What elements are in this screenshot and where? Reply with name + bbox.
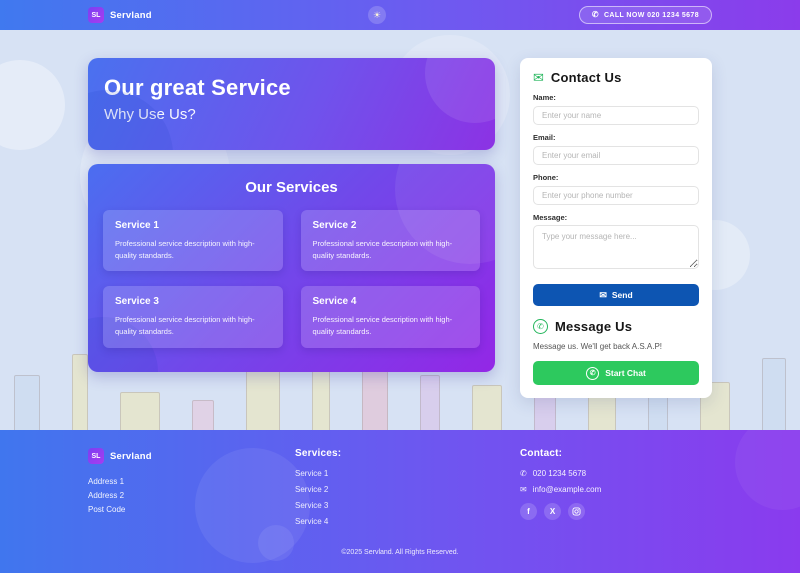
- sun-icon: ☀: [373, 11, 381, 20]
- copyright-text: ©2025 Servland. All Rights Reserved.: [0, 549, 800, 556]
- send-label: Send: [612, 290, 633, 300]
- start-chat-button[interactable]: ✆ Start Chat: [533, 361, 699, 385]
- whatsapp-icon: ✆: [586, 367, 599, 380]
- service-title: Service 1: [115, 220, 271, 231]
- footer-link-service-1[interactable]: Service 1: [295, 469, 520, 478]
- footer-brand: SL Servland: [88, 448, 295, 464]
- contact-us-heading: ✉ Contact Us: [533, 70, 699, 85]
- hero-title: Our great Service: [104, 75, 479, 101]
- footer-brand-name: Servland: [110, 451, 152, 462]
- call-now-button[interactable]: ✆ CALL NOW 020 1234 5678: [579, 6, 712, 24]
- navbar: SL Servland ☀ ✆ CALL NOW 020 1234 5678: [0, 0, 800, 30]
- footer-phone-link[interactable]: ✆ 020 1234 5678: [520, 469, 712, 478]
- service-description: Professional service description with hi…: [313, 238, 469, 261]
- footer-contact-heading: Contact:: [520, 448, 712, 459]
- right-column: ✉ Contact Us Name: Email: Phone: Message…: [520, 58, 712, 398]
- hero-banner: Our great Service Why Use Us?: [88, 58, 495, 150]
- email-input[interactable]: [533, 146, 699, 165]
- building-shape: [14, 375, 40, 430]
- name-label: Name:: [533, 93, 699, 102]
- service-card: Service 1 Professional service descripti…: [103, 210, 283, 271]
- footer-link-service-3[interactable]: Service 3: [295, 501, 520, 510]
- footer-contact-column: Contact: ✆ 020 1234 5678 ✉ info@example.…: [520, 448, 712, 533]
- service-title: Service 2: [313, 220, 469, 231]
- footer-email-address: info@example.com: [533, 485, 602, 494]
- email-label: Email:: [533, 133, 699, 142]
- social-links: f X: [520, 503, 712, 520]
- phone-input[interactable]: [533, 186, 699, 205]
- services-heading: Our Services: [103, 179, 480, 196]
- facebook-icon[interactable]: f: [520, 503, 537, 520]
- footer-link-service-4[interactable]: Service 4: [295, 517, 520, 526]
- send-button[interactable]: ✉ Send: [533, 284, 699, 306]
- page: SL Servland ☀ ✆ CALL NOW 020 1234 5678: [0, 0, 800, 573]
- service-card: Service 4 Professional service descripti…: [301, 286, 481, 347]
- phone-icon: ✆: [520, 470, 527, 478]
- contact-card: ✉ Contact Us Name: Email: Phone: Message…: [520, 58, 712, 398]
- services-section: Our Services Service 1 Professional serv…: [88, 164, 495, 372]
- phone-label: Phone:: [533, 173, 699, 182]
- service-description: Professional service description with hi…: [115, 314, 271, 337]
- name-input[interactable]: [533, 106, 699, 125]
- theme-toggle-button[interactable]: ☀: [368, 6, 386, 24]
- building-shape: [192, 400, 214, 430]
- footer-services-heading: Services:: [295, 448, 520, 459]
- service-title: Service 3: [115, 296, 271, 307]
- footer-email-link[interactable]: ✉ info@example.com: [520, 485, 712, 494]
- building-shape: [72, 354, 88, 430]
- navbar-brand[interactable]: SL Servland: [88, 7, 152, 23]
- x-icon[interactable]: X: [544, 503, 561, 520]
- phone-icon: ✆: [592, 11, 599, 19]
- footer-brand-column: SL Servland Address 1 Address 2 Post Cod…: [88, 448, 295, 533]
- footer-services-column: Services: Service 1 Service 2 Service 3 …: [295, 448, 520, 533]
- message-label: Message:: [533, 213, 699, 222]
- brand-logo-icon: SL: [88, 7, 104, 23]
- address-line: Post Code: [88, 503, 295, 517]
- hero-subtitle: Why Use Us?: [104, 106, 479, 123]
- footer: SL Servland Address 1 Address 2 Post Cod…: [0, 430, 800, 573]
- service-card: Service 3 Professional service descripti…: [103, 286, 283, 347]
- footer-address: Address 1 Address 2 Post Code: [88, 475, 295, 517]
- content-container: Our great Service Why Use Us? Our Servic…: [88, 58, 712, 398]
- footer-phone-number: 020 1234 5678: [533, 469, 586, 478]
- brand-logo-icon: SL: [88, 448, 104, 464]
- message-textarea[interactable]: [533, 225, 699, 269]
- footer-link-service-2[interactable]: Service 2: [295, 485, 520, 494]
- address-line: Address 2: [88, 489, 295, 503]
- decorative-circle: [735, 430, 800, 510]
- left-column: Our great Service Why Use Us? Our Servic…: [88, 58, 495, 398]
- decorative-circle: [0, 60, 65, 150]
- contact-us-title: Contact Us: [551, 70, 622, 85]
- phone-icon: ✆: [537, 323, 544, 331]
- envelope-icon: ✉: [599, 291, 607, 300]
- envelope-icon: ✉: [520, 486, 527, 494]
- footer-container: SL Servland Address 1 Address 2 Post Cod…: [88, 448, 712, 533]
- call-now-label: CALL NOW 020 1234 5678: [604, 12, 699, 19]
- services-grid: Service 1 Professional service descripti…: [103, 210, 480, 348]
- phone-icon: ✆: [590, 370, 596, 377]
- address-line: Address 1: [88, 475, 295, 489]
- whatsapp-icon: ✆: [533, 319, 548, 334]
- service-title: Service 4: [313, 296, 469, 307]
- building-shape: [762, 358, 786, 430]
- envelope-icon: ✉: [533, 71, 544, 84]
- message-us-title: Message Us: [555, 319, 632, 334]
- message-us-text: Message us. We'll get back A.S.A.P!: [533, 342, 699, 351]
- service-description: Professional service description with hi…: [313, 314, 469, 337]
- start-chat-label: Start Chat: [605, 368, 646, 378]
- instagram-icon[interactable]: [568, 503, 585, 520]
- brand-name: Servland: [110, 10, 152, 21]
- service-description: Professional service description with hi…: [115, 238, 271, 261]
- main-content: Our great Service Why Use Us? Our Servic…: [0, 30, 800, 430]
- message-us-heading: ✆ Message Us: [533, 319, 699, 334]
- service-card: Service 2 Professional service descripti…: [301, 210, 481, 271]
